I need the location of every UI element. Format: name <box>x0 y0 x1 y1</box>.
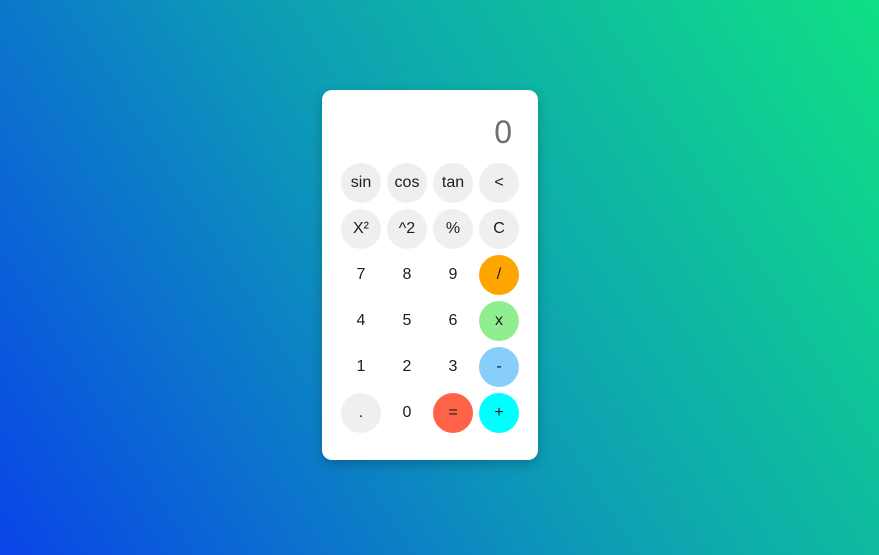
digit-3-button[interactable]: 3 <box>433 347 473 387</box>
percent-button[interactable]: % <box>433 209 473 249</box>
power-button[interactable]: ^2 <box>387 209 427 249</box>
square-button[interactable]: X² <box>341 209 381 249</box>
equals-button[interactable]: = <box>433 393 473 433</box>
digit-2-button[interactable]: 2 <box>387 347 427 387</box>
digit-8-button[interactable]: 8 <box>387 255 427 295</box>
digit-9-button[interactable]: 9 <box>433 255 473 295</box>
cos-button[interactable]: cos <box>387 163 427 203</box>
tan-button[interactable]: tan <box>433 163 473 203</box>
divide-button[interactable]: / <box>479 255 519 295</box>
digit-1-button[interactable]: 1 <box>341 347 381 387</box>
plus-button[interactable]: + <box>479 393 519 433</box>
backspace-button[interactable]: < <box>479 163 519 203</box>
minus-button[interactable]: - <box>479 347 519 387</box>
decimal-button[interactable]: . <box>341 393 381 433</box>
calculator-card: 0 sin cos tan < X² ^2 % C 7 8 9 / 4 5 6 … <box>322 90 538 460</box>
calculator-display: 0 <box>494 114 512 150</box>
clear-button[interactable]: C <box>479 209 519 249</box>
digit-4-button[interactable]: 4 <box>341 301 381 341</box>
digit-7-button[interactable]: 7 <box>341 255 381 295</box>
multiply-button[interactable]: x <box>479 301 519 341</box>
digit-0-button[interactable]: 0 <box>387 393 427 433</box>
sin-button[interactable]: sin <box>341 163 381 203</box>
digit-5-button[interactable]: 5 <box>387 301 427 341</box>
digit-6-button[interactable]: 6 <box>433 301 473 341</box>
